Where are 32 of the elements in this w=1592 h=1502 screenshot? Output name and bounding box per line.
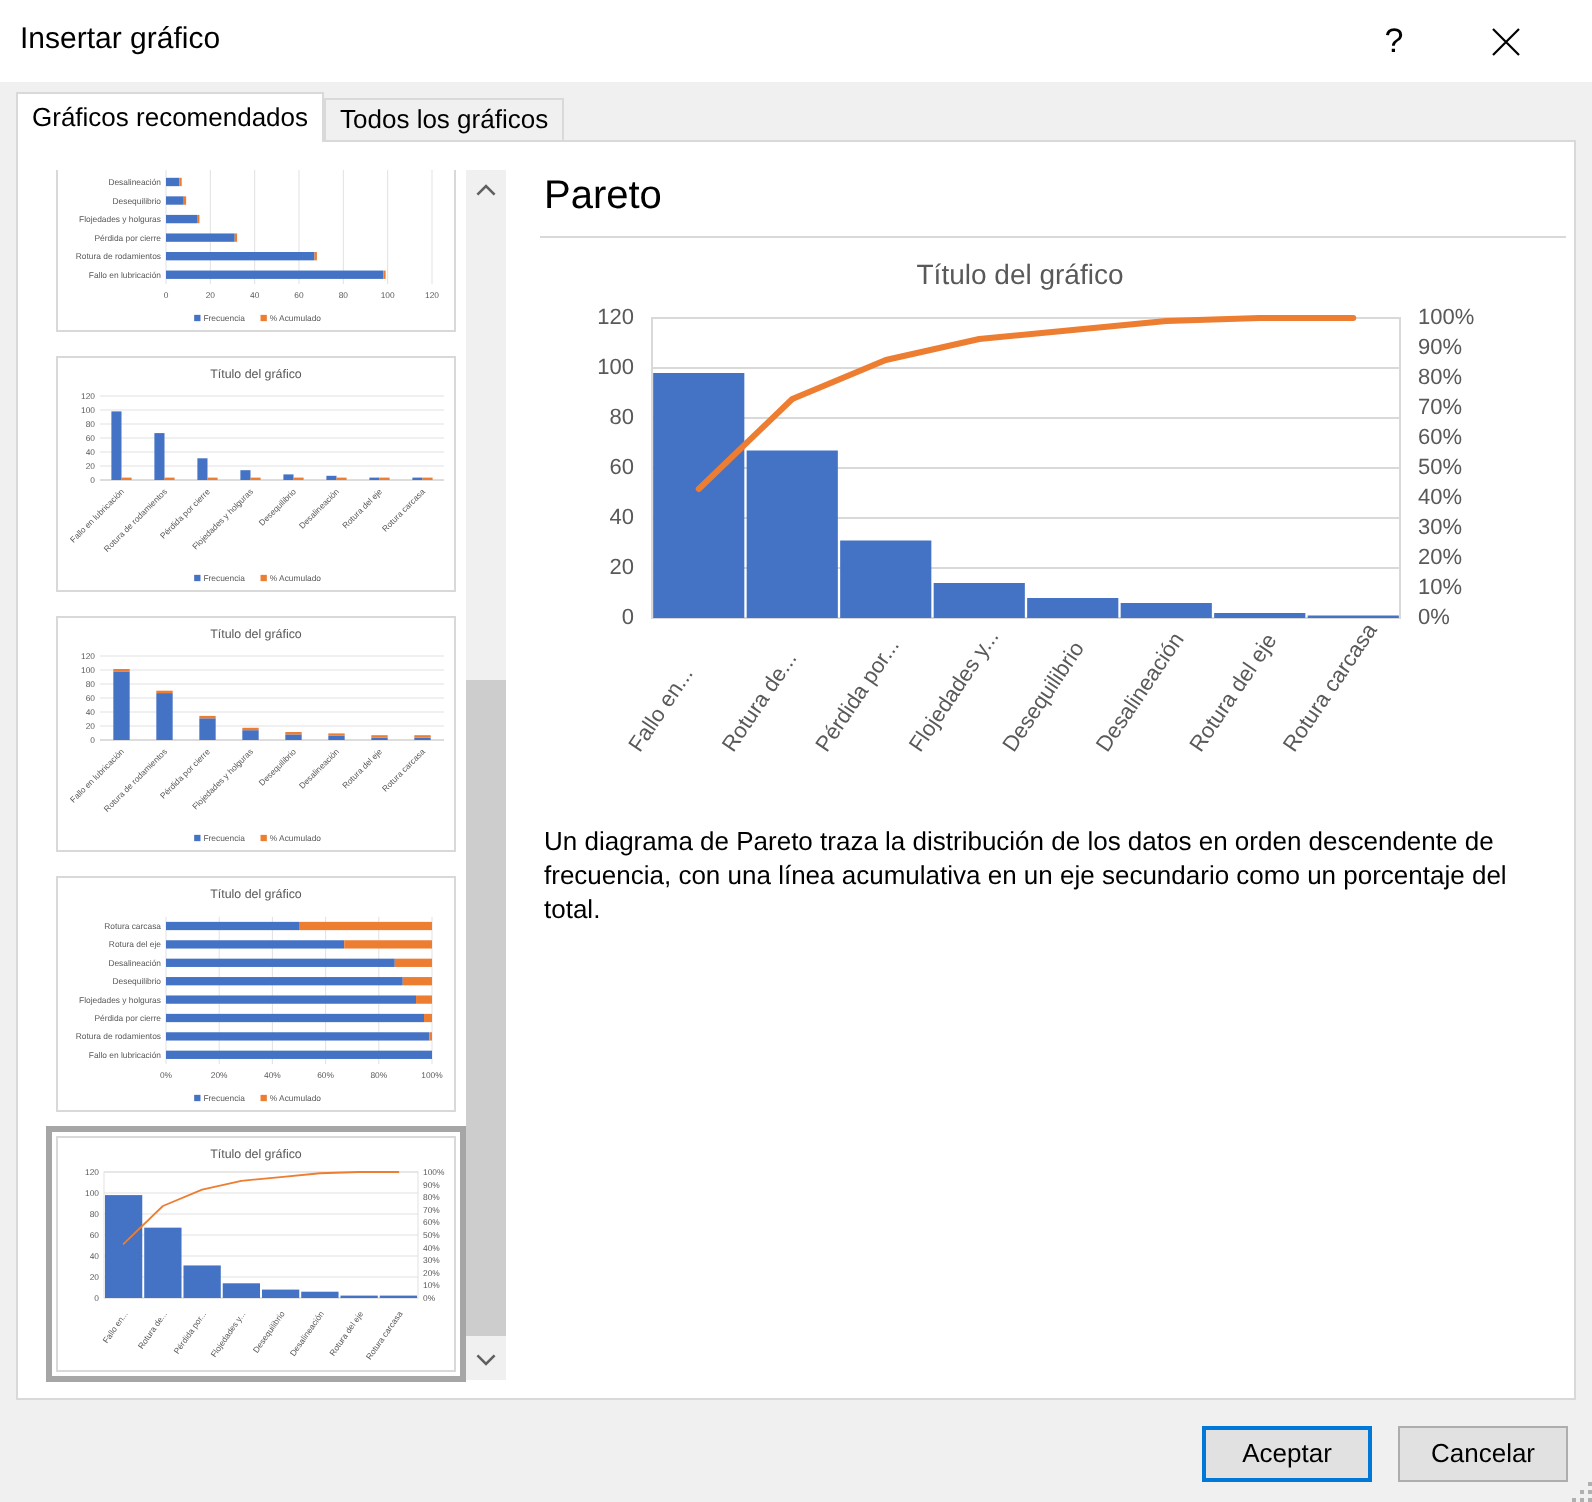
axis-tick-label: 0 <box>621 606 634 630</box>
axis-tick-label: 0% <box>1418 606 1450 630</box>
axis-tick-label: 50% <box>1418 456 1463 480</box>
axis-tick-label: 100% <box>1418 306 1475 330</box>
resize-grip-icon <box>1572 1482 1592 1502</box>
close-icon <box>1492 27 1520 55</box>
chart-title: Título del gráfico <box>916 258 1124 290</box>
axis-tick-label: 80 <box>609 406 634 430</box>
chevron-down-icon <box>476 1354 496 1366</box>
axis-tick-label: 100 <box>597 356 634 380</box>
axis-tick-label: 30% <box>1418 516 1463 540</box>
chart-description: Un diagrama de Pareto traza la distribución de los datos en orden descendente de frecuencia, con una línea acumulativa en un eje secundario como un porcentaje del total. <box>542 824 1509 926</box>
help-button[interactable]: ? <box>1348 11 1440 71</box>
window-title: Insertar gráfico <box>20 20 221 61</box>
accept-button[interactable]: Aceptar <box>1202 1426 1372 1482</box>
axis-tick-label: 40 <box>609 506 634 530</box>
tab[interactable]: Todos los gráficos <box>324 98 565 140</box>
axis-tick-label: 20 <box>609 556 634 580</box>
tab[interactable]: Gráficos recomendados <box>16 92 325 142</box>
scrollbar-thumb[interactable] <box>466 680 506 1336</box>
axis-tick-label: 80% <box>1418 366 1463 390</box>
axis-tick-label: 60 <box>609 456 634 480</box>
chart-type-title: Pareto <box>544 172 664 222</box>
axis-tick-label: 10% <box>1418 576 1463 600</box>
cancel-button[interactable]: Cancelar <box>1398 1426 1568 1482</box>
axis-tick-label: 40% <box>1418 486 1463 510</box>
axis-tick-label: 90% <box>1418 336 1463 360</box>
axis-tick-label: 70% <box>1418 396 1463 420</box>
axis-tick-label: 20% <box>1418 546 1463 570</box>
axis-tick-label: 120 <box>597 306 634 330</box>
axis-tick-label: 60% <box>1418 426 1463 450</box>
chevron-up-icon <box>476 184 496 196</box>
